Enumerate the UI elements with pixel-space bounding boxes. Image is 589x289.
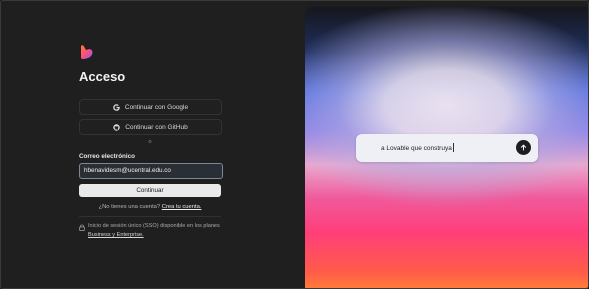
send-button[interactable]	[516, 140, 531, 155]
github-icon	[113, 123, 120, 131]
signup-link[interactable]: Crea tu cuenta.	[162, 204, 202, 210]
google-login-button[interactable]: Continuar con Google	[79, 99, 222, 115]
or-separator: o	[148, 139, 152, 145]
github-login-label: Continuar con GitHub	[125, 123, 188, 131]
signup-row: ¿No tienes una cuenta? Crea tu cuenta.	[79, 204, 221, 210]
arrow-up-icon	[520, 144, 527, 151]
hero-panel: a Lovable que construya	[305, 7, 588, 288]
signup-prompt: ¿No tienes una cuenta?	[98, 204, 161, 210]
lock-icon	[79, 224, 85, 231]
login-panel: Acceso Continuar con Google Continuar co…	[1, 1, 305, 288]
google-icon	[113, 103, 120, 111]
continue-button[interactable]: Continuar	[79, 184, 221, 197]
text-caret	[452, 143, 454, 152]
prompt-input[interactable]: a Lovable que construya	[381, 143, 454, 152]
lovable-logo-icon	[81, 45, 93, 59]
email-field[interactable]: hbenavidesm@ucentral.edu.co	[79, 163, 223, 179]
app-window: Acceso Continuar con Google Continuar co…	[0, 0, 589, 289]
google-login-label: Continuar con Google	[124, 103, 189, 111]
sso-plans-link[interactable]: Business y Enterprise.	[88, 232, 144, 238]
github-login-button[interactable]: Continuar con GitHub	[79, 119, 222, 135]
prompt-box[interactable]: a Lovable que construya	[356, 134, 538, 162]
divider	[79, 216, 221, 217]
page-title: Acceso	[79, 69, 126, 84]
sso-text: Inicio de sesión único (SSO) disponible …	[88, 223, 220, 229]
email-label: Correo electrónico	[79, 153, 135, 160]
prompt-text: a Lovable que construya	[381, 145, 452, 152]
